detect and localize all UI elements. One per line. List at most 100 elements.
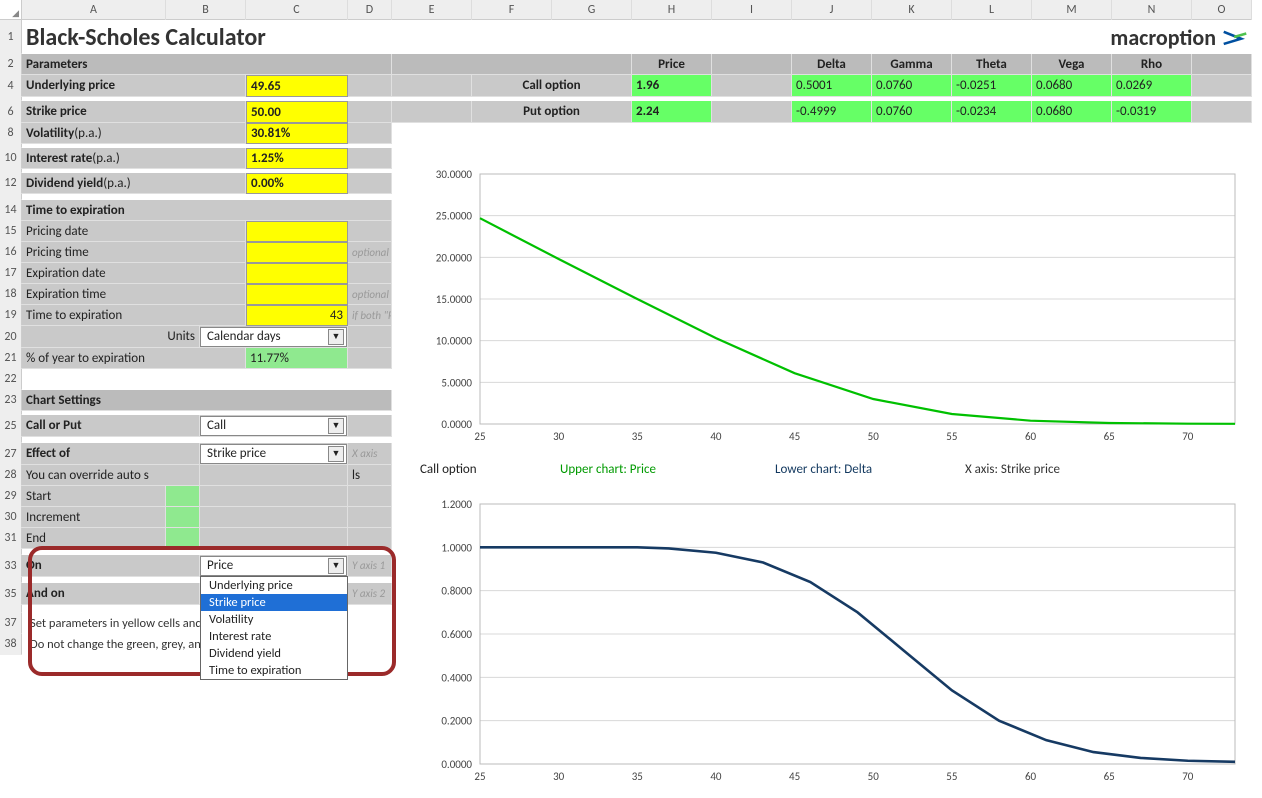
row-header[interactable]: 31 — [0, 528, 22, 549]
svg-text:10.0000: 10.0000 — [436, 335, 473, 348]
exp-date-input[interactable] — [246, 263, 348, 284]
strike-input[interactable]: 50.00 — [246, 101, 348, 123]
chart-xaxis-legend: X axis: Strike price — [965, 462, 1060, 477]
svg-text:1.2000: 1.2000 — [441, 498, 472, 511]
row-header[interactable]: 38 — [0, 634, 22, 655]
svg-text:30: 30 — [553, 770, 565, 783]
dropdown-option[interactable]: Interest rate — [201, 628, 347, 645]
col-G[interactable]: G — [552, 0, 632, 20]
dropdown-option-selected[interactable]: Strike price — [201, 594, 347, 611]
ir-input[interactable]: 1.25% — [246, 148, 348, 169]
pricing-time-label: Pricing time — [22, 242, 246, 263]
row-header[interactable]: 16 — [0, 242, 22, 263]
row-header[interactable]: 17 — [0, 263, 22, 284]
row-header[interactable] — [0, 605, 22, 613]
callput-select[interactable]: Call▼ — [200, 416, 347, 436]
strike-label: Strike price — [22, 101, 246, 123]
svg-text:40: 40 — [710, 430, 722, 443]
row-header[interactable]: 19 — [0, 305, 22, 326]
svg-text:0.0000: 0.0000 — [441, 418, 472, 431]
col-J[interactable]: J — [792, 0, 872, 20]
exp-time-input[interactable] — [246, 284, 348, 305]
row-header[interactable]: 22 — [0, 369, 22, 390]
col-D[interactable]: D — [348, 0, 392, 20]
row-header[interactable]: 29 — [0, 486, 22, 507]
row-header[interactable]: 20 — [0, 326, 22, 348]
row-header[interactable]: 35 — [0, 583, 22, 605]
svg-text:0.0000: 0.0000 — [441, 758, 472, 771]
div-input[interactable]: 0.00% — [246, 173, 348, 194]
col-theta: Theta — [952, 54, 1032, 75]
col-C[interactable]: C — [246, 0, 348, 20]
col-I[interactable]: I — [712, 0, 792, 20]
col-N[interactable]: N — [1112, 0, 1192, 20]
tte-label: Time to expiration — [22, 305, 246, 326]
effect-label: Effect of — [22, 443, 200, 465]
vol-input[interactable]: 30.81% — [246, 123, 348, 144]
units-select[interactable]: Calendar days▼ — [200, 327, 347, 347]
row-header[interactable]: 18 — [0, 284, 22, 305]
underlying-label: Underlying price — [22, 75, 246, 97]
svg-text:5.0000: 5.0000 — [441, 376, 472, 389]
row-header[interactable]: 8 — [0, 123, 22, 144]
row-header[interactable]: 12 — [0, 173, 22, 194]
row-header[interactable]: 37 — [0, 613, 22, 634]
dropdown-arrow-icon: ▼ — [328, 418, 344, 434]
pricing-date-label: Pricing date — [22, 221, 246, 242]
col-H[interactable]: H — [632, 0, 712, 20]
start-label: Start — [22, 486, 166, 507]
pricing-time-input[interactable] — [246, 242, 348, 263]
row-headers: 1246810121415161718192021222325272829303… — [0, 20, 22, 655]
dropdown-option[interactable]: Time to expiration — [201, 662, 347, 679]
row-header[interactable]: 27 — [0, 443, 22, 465]
row-header[interactable]: 10 — [0, 148, 22, 169]
exp-date-label: Expiration date — [22, 263, 246, 284]
row-header[interactable]: 1 — [0, 20, 22, 54]
col-E[interactable]: E — [392, 0, 472, 20]
row-header[interactable]: 23 — [0, 390, 22, 411]
brand-logo: macroption — [1032, 20, 1252, 54]
dropdown-option[interactable]: Volatility — [201, 611, 347, 628]
row-header[interactable]: 25 — [0, 415, 22, 437]
call-price: 1.96 — [632, 75, 712, 97]
brand-icon — [1222, 27, 1248, 47]
row-header[interactable]: 2 — [0, 54, 22, 75]
row-header[interactable]: 21 — [0, 348, 22, 369]
col-M[interactable]: M — [1032, 0, 1112, 20]
col-L[interactable]: L — [952, 0, 1032, 20]
row-header[interactable]: 4 — [0, 75, 22, 97]
pricing-date-input[interactable] — [246, 221, 348, 242]
col-B[interactable]: B — [166, 0, 246, 20]
lower-chart: 0.00000.20000.40000.60000.80001.00001.20… — [410, 494, 1255, 794]
page-title: Black-Scholes Calculator — [22, 20, 392, 54]
col-A[interactable]: A — [22, 0, 166, 20]
row-header[interactable]: 14 — [0, 200, 22, 221]
col-vega: Vega — [1032, 54, 1112, 75]
dropdown-option[interactable]: Dividend yield — [201, 645, 347, 662]
svg-text:45: 45 — [789, 770, 800, 783]
col-K[interactable]: K — [872, 0, 952, 20]
svg-text:70: 70 — [1182, 770, 1194, 783]
row-header[interactable]: 30 — [0, 507, 22, 528]
underlying-input[interactable]: 49.65 — [246, 75, 348, 97]
col-F[interactable]: F — [472, 0, 552, 20]
select-all-corner[interactable] — [0, 0, 22, 20]
row-header[interactable]: 6 — [0, 101, 22, 123]
svg-text:25: 25 — [474, 430, 485, 443]
override-text: You can override auto s — [22, 465, 200, 486]
upper-chart: 0.00005.000010.000015.000020.000025.0000… — [410, 164, 1255, 454]
col-O[interactable]: O — [1192, 0, 1252, 20]
svg-text:45: 45 — [789, 430, 800, 443]
tte-input[interactable]: 43 — [246, 305, 348, 326]
effect-dropdown-list[interactable]: Underlying price Strike price Volatility… — [200, 576, 348, 680]
row-header[interactable]: 28 — [0, 465, 22, 486]
dropdown-option[interactable]: Underlying price — [201, 577, 347, 594]
row-header[interactable]: 15 — [0, 221, 22, 242]
svg-text:1.0000: 1.0000 — [441, 541, 472, 554]
svg-text:60: 60 — [1025, 430, 1037, 443]
on-select[interactable]: Price▼ — [200, 556, 347, 576]
effect-select[interactable]: Strike price▼ — [200, 444, 347, 464]
row-header[interactable]: 33 — [0, 555, 22, 577]
pct-year-label: % of year to expiration — [22, 348, 246, 369]
col-delta: Delta — [792, 54, 872, 75]
